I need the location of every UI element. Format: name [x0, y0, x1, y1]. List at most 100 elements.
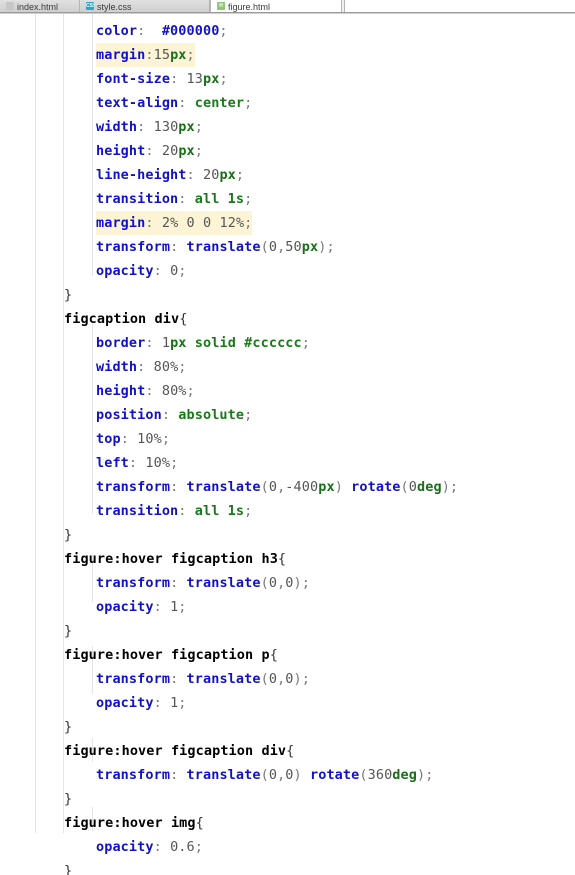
code-line[interactable]: transform: translate(0,-400px) rotate(0d…	[0, 475, 575, 499]
code-line[interactable]: border: 1px solid #cccccc;	[0, 331, 575, 355]
code-token: }	[64, 719, 73, 735]
code-line[interactable]: transform: translate(0,0);	[0, 571, 575, 595]
code-line[interactable]: color: #000000;	[0, 19, 575, 43]
code-token: 1s	[227, 503, 245, 519]
code-line[interactable]: transition: all 1s;	[0, 187, 575, 211]
code-token: :	[137, 359, 154, 375]
code-text: }	[64, 619, 72, 643]
html-file-icon: H	[217, 2, 225, 10]
code-token: :	[170, 671, 187, 687]
code-token: font-size	[96, 71, 171, 87]
code-token: ;	[194, 119, 203, 135]
code-token: translate	[186, 767, 261, 783]
code-token: px	[301, 239, 319, 255]
tab-index-html[interactable]: index.html	[0, 0, 80, 12]
code-token: :	[128, 455, 146, 471]
code-line[interactable]: }	[0, 283, 575, 307]
code-token: :	[137, 119, 154, 135]
code-token: text-align	[96, 95, 179, 111]
code-token: ;	[244, 215, 253, 231]
code-token: figure:hover img	[64, 815, 196, 831]
code-line[interactable]: }	[0, 859, 575, 875]
code-token: :	[153, 263, 171, 279]
code-line[interactable]: height: 20px;	[0, 139, 575, 163]
code-line[interactable]: figure:hover img{	[0, 811, 575, 835]
tab-figure-html[interactable]: H figure.html	[210, 0, 342, 12]
code-line[interactable]: opacity: 0;	[0, 259, 575, 283]
code-line[interactable]: margin: 2% 0 0 12%;	[0, 211, 575, 235]
code-token: all	[194, 191, 220, 207]
code-token: -400	[285, 479, 319, 495]
code-line[interactable]: width: 130px;	[0, 115, 575, 139]
code-token: translate	[186, 239, 261, 255]
code-token: {	[179, 311, 188, 327]
code-line[interactable]: }	[0, 619, 575, 643]
code-token: transform	[96, 671, 171, 687]
code-token: height	[96, 383, 146, 399]
code-token: ;	[244, 95, 253, 111]
code-line[interactable]: width: 80%;	[0, 355, 575, 379]
code-token: :	[145, 143, 162, 159]
editor-tab-bar: index.html CSS style.css H figure.html	[0, 0, 575, 13]
code-token: ;	[301, 671, 310, 687]
code-token: ;	[244, 191, 253, 207]
code-line[interactable]: figure:hover figcaption h3{	[0, 547, 575, 571]
code-line[interactable]: figure:hover figcaption p{	[0, 643, 575, 667]
code-token: 13	[186, 71, 203, 87]
code-line[interactable]: transform: translate(0,0) rotate(360deg)…	[0, 763, 575, 787]
code-line[interactable]: opacity: 0.6;	[0, 835, 575, 859]
code-line[interactable]: font-size: 13px;	[0, 67, 575, 91]
code-token: figcaption div	[64, 311, 180, 327]
code-line[interactable]: transition: all 1s;	[0, 499, 575, 523]
code-line[interactable]: transform: translate(0,0);	[0, 667, 575, 691]
code-line[interactable]: figure:hover figcaption div{	[0, 739, 575, 763]
code-token: :	[170, 71, 187, 87]
code-line[interactable]: transform: translate(0,50px);	[0, 235, 575, 259]
code-token: deg	[417, 479, 442, 495]
code-token: color	[96, 23, 138, 39]
code-token: 10%	[145, 455, 171, 471]
code-line[interactable]: figcaption div{	[0, 307, 575, 331]
code-text: line-height: 20px;	[96, 163, 244, 187]
code-line[interactable]: }	[0, 715, 575, 739]
code-content[interactable]: color: #000000; margin:15px; font-size: 13…	[0, 14, 575, 875]
code-line[interactable]: opacity: 1;	[0, 691, 575, 715]
code-line[interactable]: top: 10%;	[0, 427, 575, 451]
code-token: line-height	[96, 167, 187, 183]
code-token: margin	[96, 47, 146, 63]
code-token: px	[178, 143, 195, 159]
code-token: translate	[186, 671, 261, 687]
code-line[interactable]: }	[0, 787, 575, 811]
css-file-icon: CSS	[86, 1, 94, 10]
code-token: 0	[285, 671, 294, 687]
code-token: 0	[268, 239, 278, 255]
code-line[interactable]: text-align: center;	[0, 91, 575, 115]
code-token: (	[260, 239, 269, 255]
code-line[interactable]: position: absolute;	[0, 403, 575, 427]
code-token: ;	[219, 23, 228, 39]
code-token: ;	[178, 263, 187, 279]
code-text: figure:hover figcaption p{	[64, 643, 278, 667]
code-token: )	[441, 479, 450, 495]
code-line[interactable]: opacity: 1;	[0, 595, 575, 619]
code-line[interactable]: }	[0, 523, 575, 547]
code-editor-pane[interactable]: color: #000000; margin:15px; font-size: 13…	[0, 13, 575, 875]
code-token: :	[153, 695, 171, 711]
code-text: text-align: center;	[96, 91, 252, 115]
code-token: center	[194, 95, 245, 111]
code-token: {	[277, 551, 287, 567]
code-text: transform: translate(0,50px);	[96, 235, 335, 259]
code-token: ;	[178, 599, 187, 615]
code-token: 2%	[161, 215, 179, 231]
code-line[interactable]: margin:15px;	[0, 43, 575, 67]
code-line[interactable]: height: 80%;	[0, 379, 575, 403]
code-token: 360	[367, 767, 393, 783]
code-line[interactable]: line-height: 20px;	[0, 163, 575, 187]
code-token: :	[145, 335, 162, 351]
code-line[interactable]: left: 10%;	[0, 451, 575, 475]
tab-style-css[interactable]: CSS style.css	[80, 0, 210, 12]
code-token: :	[145, 383, 162, 399]
code-token: :	[120, 431, 138, 447]
code-token: 50	[285, 239, 302, 255]
